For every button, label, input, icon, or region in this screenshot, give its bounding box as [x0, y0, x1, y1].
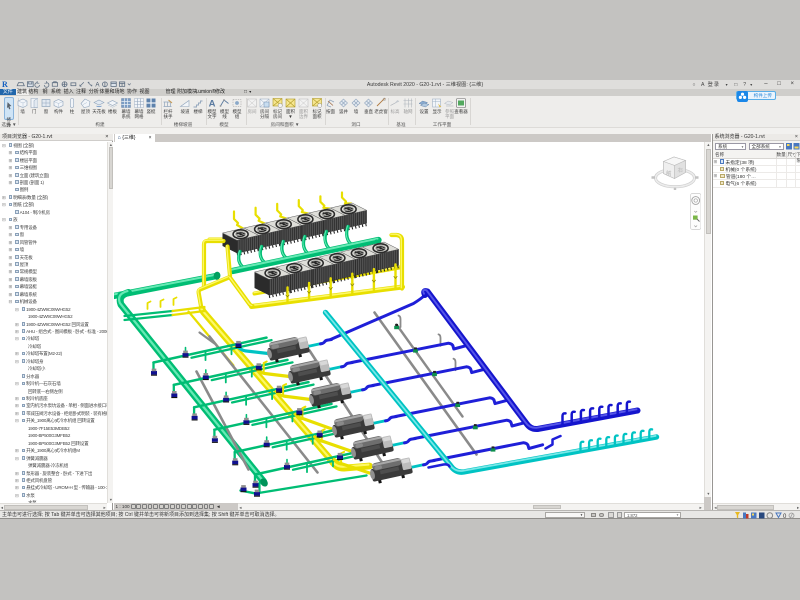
svg-text:A: A: [95, 81, 100, 88]
svg-text:0: 0: [783, 514, 787, 519]
svg-text:A: A: [209, 98, 216, 109]
